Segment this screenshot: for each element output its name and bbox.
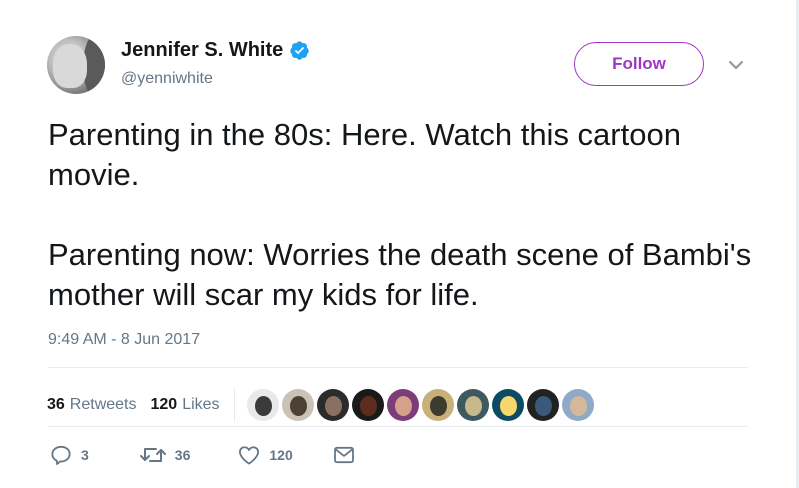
retweet-label: Retweets [69, 395, 137, 413]
tweet-timestamp[interactable]: 9:49 AM - 8 Jun 2017 [48, 331, 200, 349]
stats-separator [233, 387, 235, 422]
user-name-row: Jennifer S. White [121, 39, 310, 62]
avatar[interactable] [47, 36, 105, 94]
liker-avatar[interactable] [281, 388, 314, 421]
verified-badge-icon [289, 40, 310, 61]
tweet-actions: 3 36 120 [50, 445, 355, 465]
tweet-text: Parenting in the 80s: Here. Watch this c… [48, 117, 752, 312]
like-action[interactable]: 120 [238, 445, 293, 465]
heart-icon [239, 446, 260, 465]
liker-avatar[interactable] [526, 388, 559, 421]
retweet-count: 36 [47, 395, 65, 413]
like-count: 120 [150, 395, 178, 413]
reply-count: 3 [81, 447, 89, 463]
user-handle[interactable]: @yenniwhite [121, 70, 213, 88]
message-action[interactable] [333, 446, 355, 464]
like-action-count: 120 [269, 447, 293, 463]
liker-avatar[interactable] [456, 388, 489, 421]
chevron-down-icon[interactable] [728, 59, 744, 71]
liker-avatar[interactable] [561, 388, 594, 421]
divider-top [48, 367, 748, 368]
like-stat[interactable]: 120 Likes [151, 396, 220, 414]
reply-action[interactable]: 3 [50, 445, 89, 465]
like-label: Likes [182, 395, 220, 413]
retweet-action-count: 36 [174, 447, 191, 463]
tweet-stats: 36 Retweets 120 Likes [47, 387, 594, 422]
divider-bottom [48, 426, 748, 427]
liker-avatars [246, 388, 594, 421]
retweet-icon [139, 448, 166, 462]
retweet-stat[interactable]: 36 Retweets [47, 396, 137, 414]
liker-avatar[interactable] [421, 388, 454, 421]
liker-avatar[interactable] [491, 388, 524, 421]
envelope-icon [333, 446, 354, 464]
liker-avatar[interactable] [246, 388, 279, 421]
user-name[interactable]: Jennifer S. White [121, 39, 283, 62]
retweet-action[interactable]: 36 [139, 445, 191, 465]
liker-avatar[interactable] [386, 388, 419, 421]
liker-avatar[interactable] [316, 388, 349, 421]
reply-icon [51, 445, 71, 465]
liker-avatar[interactable] [351, 388, 384, 421]
follow-button[interactable]: Follow [574, 42, 704, 86]
